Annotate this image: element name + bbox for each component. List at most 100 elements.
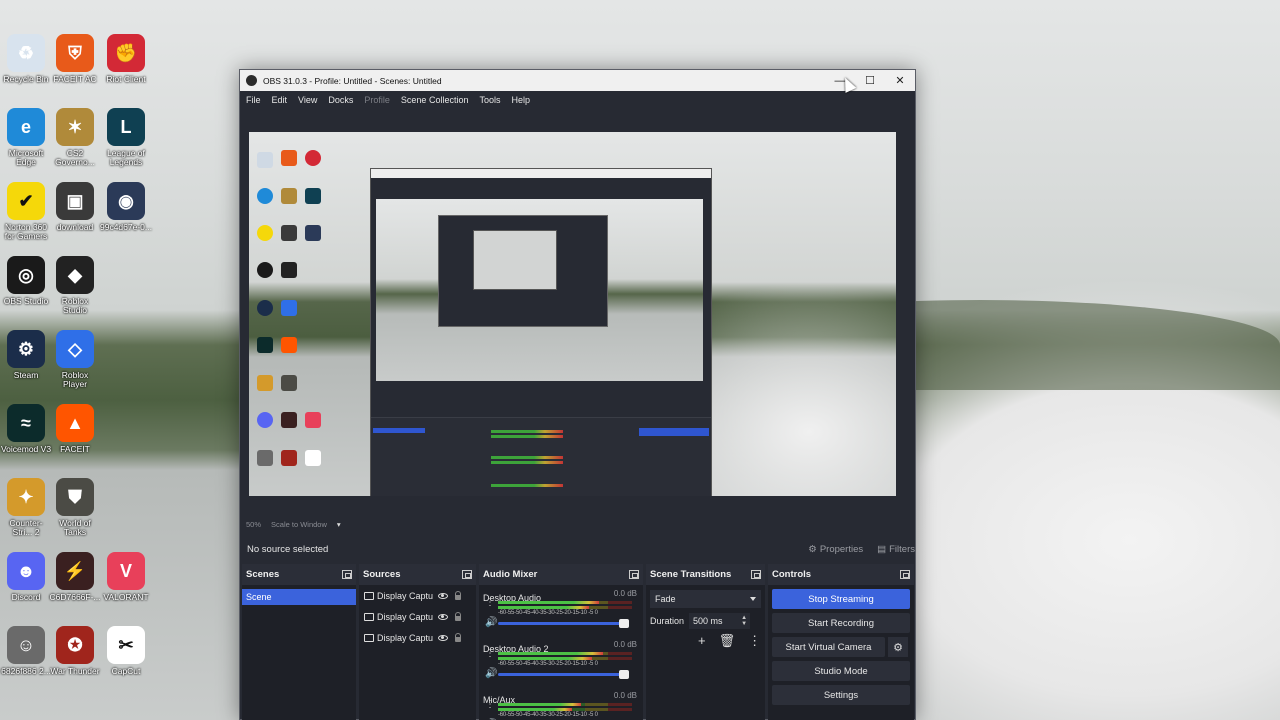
duration-row: Duration 500 ms ▲ ▼ [650, 613, 761, 629]
desktop-icon-roblox-studio[interactable]: ◆ Roblox Studio [49, 256, 101, 326]
lock-icon[interactable] [455, 612, 462, 621]
desktop-icon-capcut[interactable]: ✂ CapCut [100, 626, 152, 696]
maximize-button[interactable]: ☐ [855, 70, 885, 91]
menu-profile[interactable]: Profile [364, 95, 390, 105]
source-label: Display Captu [377, 590, 434, 601]
more-icon[interactable]: ⋮ [485, 700, 495, 710]
studio-mode-button[interactable]: Studio Mode [772, 661, 910, 681]
desktop-icon-discord[interactable]: ☻ Discord [0, 552, 52, 622]
monitor-icon [364, 612, 374, 621]
meter-level [498, 652, 603, 655]
eye-icon[interactable] [438, 613, 449, 620]
slider-handle[interactable] [619, 670, 629, 679]
properties-label: Properties [819, 543, 864, 555]
obs-window[interactable]: OBS 31.0.3 - Profile: Untitled - Scenes:… [239, 69, 916, 720]
undock-icon[interactable] [629, 570, 639, 579]
trash-icon[interactable]: 🗑 [719, 633, 736, 649]
transition-select[interactable]: Fade [650, 590, 761, 608]
menu-tools[interactable]: Tools [479, 95, 500, 105]
undock-icon[interactable] [462, 570, 472, 579]
menu-view[interactable]: View [298, 95, 317, 105]
eye-icon[interactable] [438, 592, 449, 599]
title-bar[interactable]: OBS 31.0.3 - Profile: Untitled - Scenes:… [240, 70, 915, 91]
settings-button[interactable]: Settings [772, 685, 910, 705]
app-icon: ☻ [7, 552, 45, 590]
monitor-icon [364, 591, 374, 600]
duration-label: Duration [650, 616, 685, 626]
scale-mode[interactable]: Scale to Window [271, 520, 327, 529]
more-icon[interactable]: ⋮ [748, 633, 761, 649]
desktop-icon-riot-client[interactable]: ✊ Riot Client [100, 34, 152, 104]
source-item[interactable]: Display Captu [359, 606, 476, 627]
desktop-icon-war-thunder[interactable]: ✪ War Thunder [49, 626, 101, 696]
controls-title: Controls [772, 569, 812, 580]
lock-icon[interactable] [455, 591, 462, 600]
slider-handle[interactable] [619, 619, 629, 628]
menu-help[interactable]: Help [511, 95, 530, 105]
menu-scene-collection[interactable]: Scene Collection [401, 95, 469, 105]
undock-icon[interactable] [342, 570, 352, 579]
speaker-icon[interactable]: 🔊 [485, 617, 497, 628]
duration-input[interactable]: 500 ms ▲ ▼ [689, 613, 751, 629]
filters-button[interactable]: ▤ Filters [877, 544, 915, 555]
more-icon[interactable]: ⋮ [485, 649, 495, 659]
desktop-icon-valorant[interactable]: V VALORANT [100, 552, 152, 622]
app-icon: V [107, 552, 145, 590]
preview-meter [491, 484, 563, 487]
desktop-icon-world-of-tanks[interactable]: ⛊ World of Tanks [49, 478, 101, 548]
gear-icon[interactable]: ⚙ [888, 637, 908, 657]
filter-icon: ▤ [877, 543, 887, 555]
desktop-icon-roblox-player[interactable]: ◇ Roblox Player [49, 330, 101, 400]
scenes-header: Scenes [242, 564, 356, 585]
desktop-icon-download[interactable]: ▣ download [49, 182, 101, 252]
stop-streaming-button[interactable]: Stop Streaming [772, 589, 910, 609]
desktop-icon-faceit-ac[interactable]: ⛨ FACEIT AC [49, 34, 101, 104]
speaker-icon[interactable]: 🔊 [485, 668, 497, 679]
monitor-icon [364, 633, 374, 642]
desktop-icon-6826f886-2[interactable]: ☺ 6826f886 2... [0, 626, 52, 696]
desktop-icon-voicemod-v3[interactable]: ≈ Voicemod V3 [0, 404, 52, 474]
preview-desktop-icon [281, 225, 297, 241]
preview-canvas[interactable] [249, 132, 896, 496]
menu-docks[interactable]: Docks [328, 95, 353, 105]
desktop-icon-norton-360-for-gamers[interactable]: ✔ Norton 360 for Gamers [0, 182, 52, 252]
undock-icon[interactable] [900, 570, 910, 579]
undock-icon[interactable] [751, 570, 761, 579]
desktop-icon-cs2-governo[interactable]: ✶ CS2 Governo... [49, 108, 101, 178]
properties-button[interactable]: ⚙ Properties [808, 544, 863, 555]
close-button[interactable]: ✕ [885, 70, 915, 91]
desktop-icon-c6d7666f[interactable]: ⚡ C6D7666F-... [49, 552, 101, 622]
app-icon: ◇ [56, 330, 94, 368]
preview-desktop-icon [281, 300, 297, 316]
preview-scene-highlight [373, 428, 425, 433]
desktop-icon-label: VALORANT [103, 592, 149, 602]
lock-icon[interactable] [455, 633, 462, 642]
desktop-icon-99c4d67e-0[interactable]: ◉ 99c4d67e-0... [100, 182, 152, 252]
more-icon[interactable]: ⋮ [485, 598, 495, 608]
channel-db: 0.0 dB [613, 640, 637, 649]
desktop-icon-faceit[interactable]: ▲ FACEIT [49, 404, 101, 474]
start-recording-button[interactable]: Start Recording [772, 613, 910, 633]
chevron-down-icon [750, 597, 756, 604]
volume-slider[interactable] [498, 670, 629, 679]
desktop-icon-steam[interactable]: ⚙ Steam [0, 330, 52, 400]
spin-arrows-icon[interactable]: ▲ ▼ [741, 615, 747, 627]
menu-file[interactable]: File [246, 95, 261, 105]
desktop-icon-league-of-legends[interactable]: L League of Legends [100, 108, 152, 178]
menu-edit[interactable]: Edit [272, 95, 288, 105]
desktop-icon-obs-studio[interactable]: ◎ OBS Studio [0, 256, 52, 326]
source-item[interactable]: Display Captu [359, 627, 476, 648]
add-icon[interactable]: + [698, 633, 706, 649]
sources-title: Sources [363, 569, 401, 580]
desktop-icon-microsoft-edge[interactable]: e Microsoft Edge [0, 108, 52, 178]
app-icon: ▣ [56, 182, 94, 220]
scene-item[interactable]: Scene [242, 589, 356, 605]
volume-slider[interactable] [498, 619, 629, 628]
start-virtual-camera-button[interactable]: Start Virtual Camera [772, 637, 885, 657]
desktop-icon-recycle-bin[interactable]: ♻ Recycle Bin [0, 34, 52, 104]
eye-icon[interactable] [438, 634, 449, 641]
preview-obs-window-2 [438, 215, 608, 327]
desktop-icon-counter-stri-2[interactable]: ✦ Counter-Stri... 2 [0, 478, 52, 548]
chevron-down-icon[interactable]: ▾ [337, 520, 341, 529]
source-item[interactable]: Display Captu [359, 585, 476, 606]
